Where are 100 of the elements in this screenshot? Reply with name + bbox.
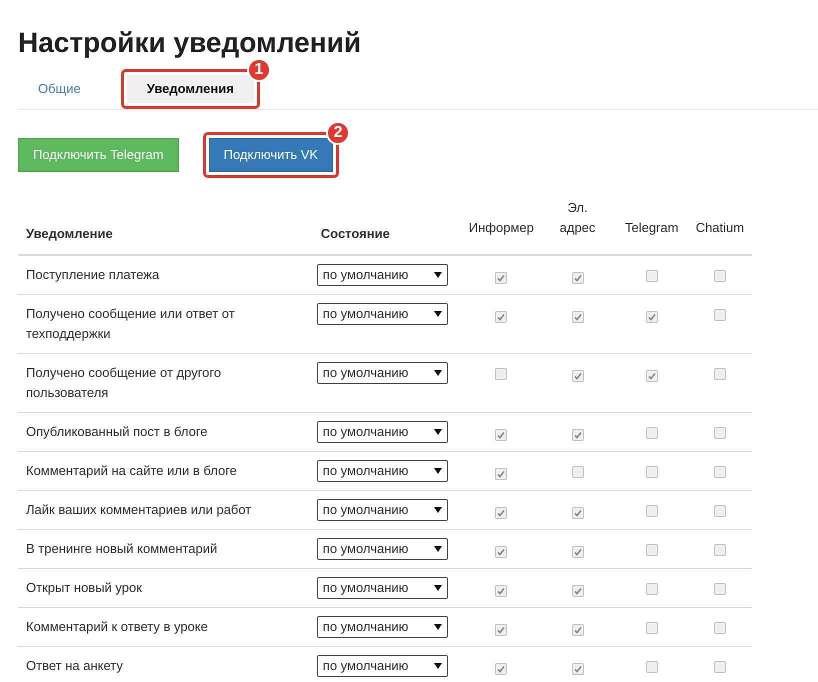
check-icon bbox=[497, 548, 506, 556]
checkbox[interactable] bbox=[646, 661, 658, 673]
select-value: по умолчанию bbox=[322, 266, 408, 284]
state-select[interactable]: по умолчанию bbox=[316, 303, 448, 325]
checkbox[interactable] bbox=[495, 368, 508, 380]
checkbox[interactable] bbox=[714, 583, 726, 595]
check-icon bbox=[574, 548, 582, 556]
checkbox[interactable] bbox=[572, 370, 584, 382]
caret-icon bbox=[434, 468, 442, 474]
column-header: Информер bbox=[468, 219, 534, 237]
select-value: по умолчанию bbox=[322, 501, 408, 520]
checkbox[interactable] bbox=[714, 427, 726, 439]
select-value: по умолчанию bbox=[322, 657, 408, 676]
caret-icon bbox=[434, 370, 442, 376]
check-icon bbox=[574, 665, 582, 673]
state-select[interactable]: по умолчанию bbox=[316, 421, 448, 443]
checkbox[interactable] bbox=[495, 546, 508, 558]
checkbox[interactable] bbox=[646, 505, 658, 517]
select-value: по умолчанию bbox=[322, 618, 408, 636]
check-icon bbox=[497, 470, 506, 478]
column-header: Telegram bbox=[624, 219, 678, 237]
checkbox[interactable] bbox=[646, 544, 658, 556]
select-value: по умолчанию bbox=[322, 423, 408, 442]
checkbox[interactable] bbox=[714, 661, 726, 673]
checkbox[interactable] bbox=[714, 544, 726, 556]
check-icon bbox=[648, 313, 656, 321]
state-select[interactable]: по умолчанию bbox=[316, 499, 448, 521]
checkbox[interactable] bbox=[572, 624, 584, 636]
notification-name: В тренинге новый комментарий bbox=[26, 540, 218, 558]
checkbox[interactable] bbox=[495, 663, 508, 675]
checkbox[interactable] bbox=[646, 427, 658, 439]
notification-name: Лайк ваших комментариев или работ bbox=[26, 501, 252, 519]
checkbox[interactable] bbox=[572, 272, 584, 284]
checkbox[interactable] bbox=[646, 466, 658, 478]
checkbox[interactable] bbox=[714, 309, 726, 321]
tab[interactable]: Уведомления bbox=[126, 74, 254, 102]
checkbox[interactable] bbox=[495, 624, 508, 636]
state-select[interactable]: по умолчанию bbox=[316, 655, 448, 677]
state-select[interactable]: по умолчанию bbox=[316, 362, 448, 384]
check-icon bbox=[574, 372, 582, 380]
checkbox[interactable] bbox=[714, 466, 726, 478]
checkbox[interactable] bbox=[572, 507, 584, 519]
checkbox[interactable] bbox=[646, 583, 658, 595]
state-select[interactable]: по умолчанию bbox=[316, 264, 448, 286]
select-value: по умолчанию bbox=[322, 579, 408, 598]
check-icon bbox=[497, 431, 506, 439]
checkbox[interactable] bbox=[572, 663, 584, 675]
tab[interactable]: Общие bbox=[20, 74, 99, 102]
checkbox[interactable] bbox=[495, 272, 508, 284]
connect-button[interactable]: Подключить VK bbox=[208, 138, 334, 172]
notification-name: Комментарий к ответу в уроке bbox=[26, 618, 209, 636]
checkbox[interactable] bbox=[495, 311, 508, 323]
checkbox[interactable] bbox=[572, 311, 584, 323]
check-icon bbox=[497, 665, 506, 673]
check-icon bbox=[648, 372, 656, 380]
column-header: Состояние bbox=[320, 225, 390, 243]
caret-icon bbox=[434, 429, 442, 435]
checkbox[interactable] bbox=[646, 370, 658, 382]
check-icon bbox=[497, 274, 506, 282]
state-select[interactable]: по умолчанию bbox=[316, 577, 448, 599]
checkbox[interactable] bbox=[714, 270, 726, 282]
select-value: по умолчанию bbox=[322, 540, 408, 558]
checkbox[interactable] bbox=[714, 368, 726, 380]
checkbox[interactable] bbox=[646, 270, 658, 282]
check-icon bbox=[497, 313, 506, 321]
check-icon bbox=[497, 509, 506, 517]
notification-name: Ответ на анкету bbox=[26, 657, 124, 675]
notification-name: Опубликованный пост в блоге bbox=[26, 423, 208, 441]
check-icon bbox=[574, 274, 582, 282]
caret-icon bbox=[434, 624, 442, 630]
caret-icon bbox=[434, 546, 442, 552]
check-icon bbox=[497, 587, 506, 595]
state-select[interactable]: по умолчанию bbox=[316, 538, 448, 560]
notification-name: Комментарий на сайте или в блоге bbox=[26, 462, 238, 480]
check-icon bbox=[497, 626, 506, 634]
caret-icon bbox=[434, 272, 442, 278]
checkbox[interactable] bbox=[572, 466, 584, 478]
callout-badge: 1 bbox=[246, 58, 271, 82]
checkbox[interactable] bbox=[572, 429, 584, 441]
checkbox[interactable] bbox=[495, 585, 508, 597]
checkbox[interactable] bbox=[495, 507, 508, 519]
select-value: по умолчанию bbox=[322, 364, 408, 382]
checkbox[interactable] bbox=[495, 429, 508, 441]
check-icon bbox=[574, 626, 582, 634]
state-select[interactable]: по умолчанию bbox=[316, 616, 448, 638]
checkbox[interactable] bbox=[714, 505, 726, 517]
checkbox[interactable] bbox=[495, 468, 508, 480]
check-icon bbox=[574, 587, 582, 595]
checkbox[interactable] bbox=[646, 622, 658, 634]
checkbox[interactable] bbox=[572, 546, 584, 558]
check-icon bbox=[574, 509, 582, 517]
checkbox[interactable] bbox=[572, 585, 584, 597]
checkbox[interactable] bbox=[646, 311, 658, 323]
notification-name: Открыт новый урок bbox=[26, 579, 143, 597]
column-header: Chatium bbox=[696, 219, 744, 237]
caret-icon bbox=[434, 311, 442, 317]
state-select[interactable]: по умолчанию bbox=[316, 460, 448, 482]
select-value: по умолчанию bbox=[322, 462, 408, 480]
column-header: Уведомление bbox=[26, 225, 113, 243]
checkbox[interactable] bbox=[714, 622, 726, 634]
